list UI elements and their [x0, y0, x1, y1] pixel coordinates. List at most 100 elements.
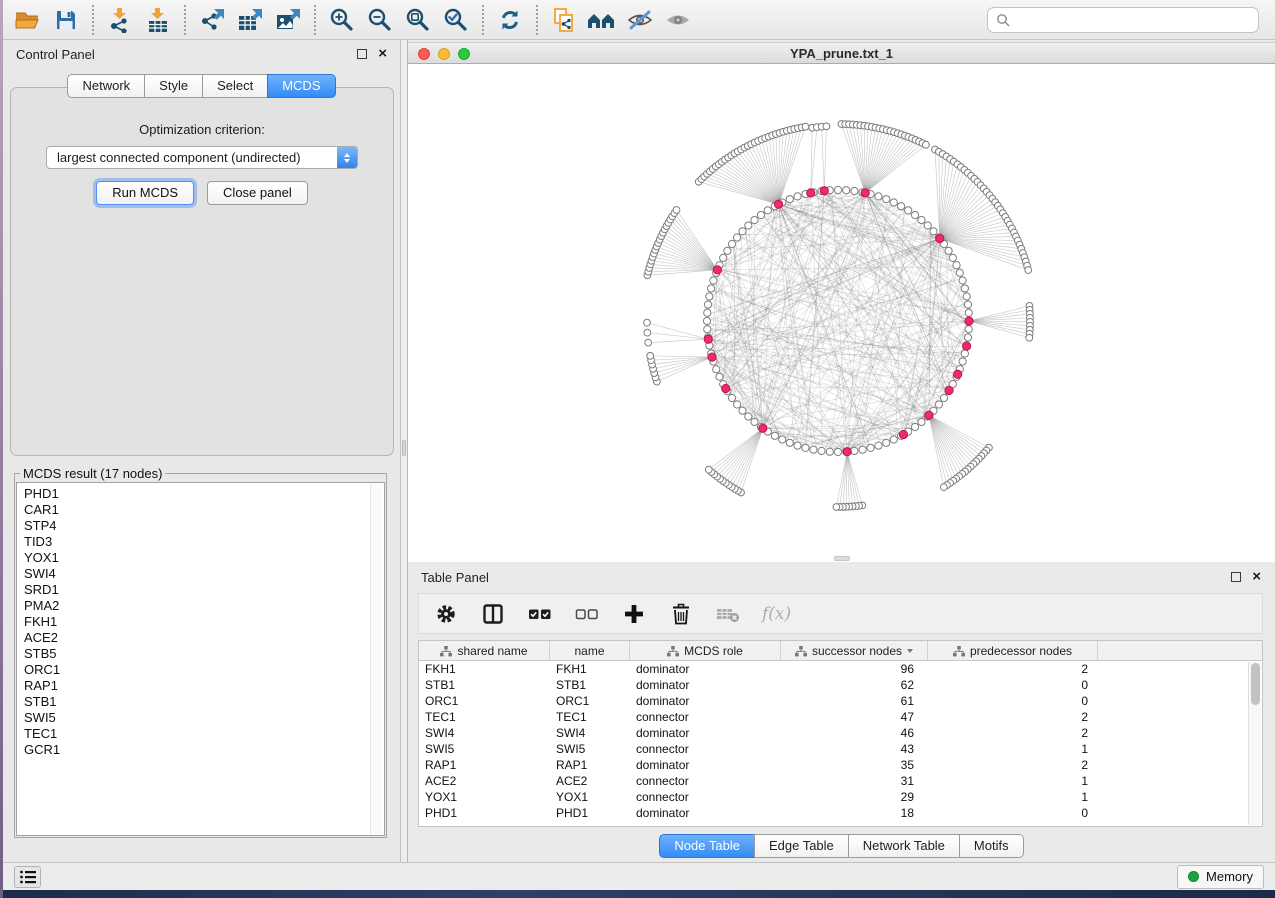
close-table-panel-icon[interactable]: ×	[1252, 572, 1261, 582]
column-header-MCDS-role[interactable]: MCDS role	[630, 641, 781, 661]
table-row[interactable]: PHD1PHD1dominator180	[419, 805, 1262, 821]
cell: SWI4	[550, 725, 630, 741]
new-network-from-selection-button[interactable]	[545, 3, 583, 37]
table-tab-motifs[interactable]: Motifs	[959, 834, 1024, 858]
table-row[interactable]: YOX1YOX1connector291	[419, 789, 1262, 805]
criterion-select[interactable]: largest connected component (undirected)	[46, 146, 358, 169]
memory-button[interactable]: Memory	[1177, 865, 1264, 889]
table-row[interactable]: FKH1FKH1dominator962	[419, 661, 1262, 677]
open-file-button[interactable]	[9, 3, 47, 37]
export-network-button[interactable]	[193, 3, 231, 37]
table-tab-node-table[interactable]: Node Table	[659, 834, 755, 858]
maximize-window-icon[interactable]	[458, 48, 470, 60]
export-table-button[interactable]	[231, 3, 269, 37]
import-network-button[interactable]	[101, 3, 139, 37]
tab-select[interactable]: Select	[202, 74, 268, 98]
cell	[1098, 773, 1262, 789]
table-settings-button[interactable]	[433, 600, 459, 628]
horizontal-splitter-handle[interactable]	[834, 556, 850, 561]
mcds-result-item[interactable]: CAR1	[24, 502, 384, 518]
table-scrollbar[interactable]	[1248, 662, 1261, 825]
mcds-result-list[interactable]: PHD1CAR1STP4TID3YOX1SWI4SRD1PMA2FKH1ACE2…	[16, 482, 385, 836]
table-row[interactable]: TEC1TEC1connector472	[419, 709, 1262, 725]
close-panel-icon[interactable]: ×	[378, 49, 387, 59]
mcds-result-item[interactable]: STP4	[24, 518, 384, 534]
column-label: predecessor nodes	[970, 644, 1072, 658]
mcds-result-item[interactable]: ACE2	[24, 630, 384, 646]
network-canvas[interactable]	[408, 64, 1275, 562]
column-header-shared-name[interactable]: shared name	[419, 641, 550, 661]
float-table-panel-icon[interactable]	[1231, 572, 1241, 582]
mcds-result-item[interactable]: SRD1	[24, 582, 384, 598]
refresh-button[interactable]	[491, 3, 529, 37]
first-neighbors-button[interactable]	[583, 3, 621, 37]
zoom-out-button[interactable]	[361, 3, 399, 37]
run-mcds-button[interactable]: Run MCDS	[96, 181, 194, 205]
table-row[interactable]: RAP1RAP1dominator352	[419, 757, 1262, 773]
zoom-selected-button[interactable]	[437, 3, 475, 37]
mcds-result-item[interactable]: PMA2	[24, 598, 384, 614]
tab-network[interactable]: Network	[67, 74, 145, 98]
close-window-icon[interactable]	[418, 48, 430, 60]
cell: connector	[630, 741, 781, 757]
add-column-button[interactable]	[621, 600, 647, 628]
column-type-icon	[667, 646, 679, 657]
minimize-window-icon[interactable]	[438, 48, 450, 60]
mcds-result-item[interactable]: TEC1	[24, 726, 384, 742]
table-row[interactable]: ACE2ACE2connector311	[419, 773, 1262, 789]
hide-eye-icon	[626, 8, 654, 32]
task-history-button[interactable]	[14, 866, 41, 888]
tab-mcds[interactable]: MCDS	[267, 74, 335, 98]
save-session-button[interactable]	[47, 3, 85, 37]
show-all-button[interactable]	[659, 3, 697, 37]
search-input[interactable]	[1016, 12, 1250, 27]
table-toolbar: f(x)	[418, 593, 1263, 634]
cell: ACE2	[550, 773, 630, 789]
vertical-splitter[interactable]	[400, 40, 408, 862]
show-columns-button[interactable]	[480, 600, 506, 628]
table-row[interactable]: STB1STB1dominator620	[419, 677, 1262, 693]
export-image-button[interactable]	[269, 3, 307, 37]
splitter-handle[interactable]	[402, 440, 406, 456]
table-scrollbar-thumb[interactable]	[1251, 663, 1260, 705]
column-header-successor-nodes[interactable]: successor nodes	[781, 641, 928, 661]
select-all-button[interactable]	[527, 600, 553, 628]
delete-column-button[interactable]	[668, 600, 694, 628]
deselect-all-button[interactable]	[574, 600, 600, 628]
cell: 96	[781, 661, 928, 677]
column-header-predecessor-nodes[interactable]: predecessor nodes	[928, 641, 1098, 661]
network-window: YPA_prune.txt_1	[408, 42, 1275, 562]
hide-selected-button[interactable]	[621, 3, 659, 37]
mcds-result-item[interactable]: STB1	[24, 694, 384, 710]
table-tab-network-table[interactable]: Network Table	[848, 834, 960, 858]
node-table[interactable]: shared name nameMCDS rolesuccessor nodes p…	[418, 640, 1263, 827]
column-type-icon	[440, 646, 452, 657]
mcds-result-item[interactable]: GCR1	[24, 742, 384, 758]
table-tab-edge-table[interactable]: Edge Table	[754, 834, 849, 858]
zoom-in-button[interactable]	[323, 3, 361, 37]
cell: 0	[928, 805, 1098, 821]
tab-style[interactable]: Style	[144, 74, 203, 98]
import-table-button[interactable]	[139, 3, 177, 37]
mcds-result-item[interactable]: PHD1	[24, 486, 384, 502]
mcds-result-item[interactable]: RAP1	[24, 678, 384, 694]
mcds-result-item[interactable]: STB5	[24, 646, 384, 662]
table-row[interactable]: ORC1ORC1dominator610	[419, 693, 1262, 709]
mcds-result-item[interactable]: FKH1	[24, 614, 384, 630]
result-list-scrollbar[interactable]	[370, 484, 383, 834]
cell	[1098, 805, 1262, 821]
column-label: shared name	[457, 644, 527, 658]
mcds-result-item[interactable]: ORC1	[24, 662, 384, 678]
import-network-icon	[107, 7, 133, 33]
mcds-result-item[interactable]: YOX1	[24, 550, 384, 566]
float-panel-icon[interactable]	[357, 49, 367, 59]
table-row[interactable]: SWI5SWI5connector431	[419, 741, 1262, 757]
close-panel-button[interactable]: Close panel	[207, 181, 308, 205]
cell	[1098, 725, 1262, 741]
mcds-result-item[interactable]: SWI4	[24, 566, 384, 582]
mcds-result-item[interactable]: TID3	[24, 534, 384, 550]
zoom-fit-button[interactable]	[399, 3, 437, 37]
table-row[interactable]: SWI4SWI4dominator462	[419, 725, 1262, 741]
mcds-result-item[interactable]: SWI5	[24, 710, 384, 726]
column-header-name[interactable]: name	[550, 641, 630, 661]
